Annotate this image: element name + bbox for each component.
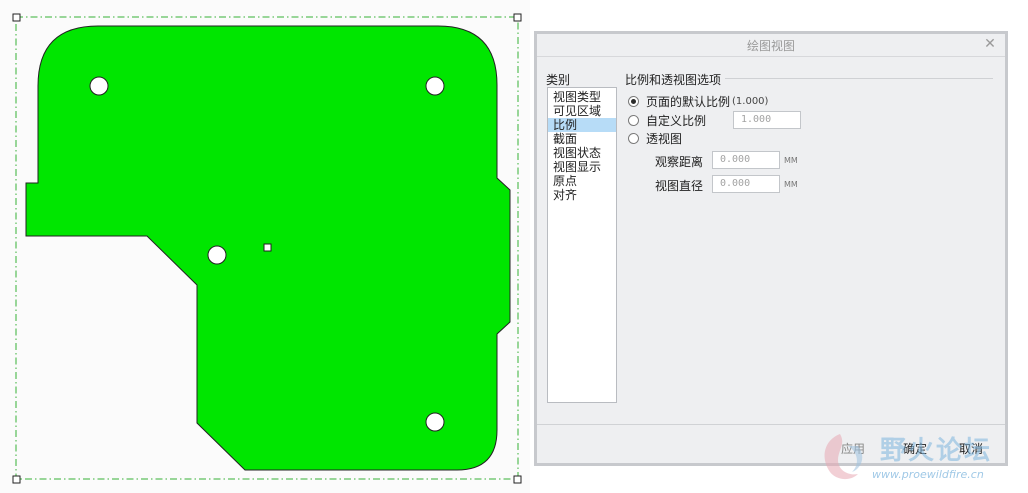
perspective-option[interactable]: 透视图: [628, 130, 682, 146]
default-scale-label: 页面的默认比例: [646, 94, 731, 109]
category-item-scale[interactable]: 比例: [548, 118, 616, 132]
hole-middle: [207, 245, 227, 265]
perspective-label: 透视图: [646, 131, 683, 146]
view-distance-unit: MM: [784, 156, 798, 165]
view-origin-handle[interactable]: [263, 243, 272, 252]
watermark-url: www.proewildfire.cn: [872, 468, 984, 481]
default-scale-value: (1.000): [732, 95, 769, 107]
drawing-canvas[interactable]: [0, 0, 530, 493]
cancel-button[interactable]: 取消: [949, 438, 993, 460]
hole-bottom-right: [425, 412, 445, 432]
category-label: 类别: [546, 73, 571, 87]
hole-top-right: [425, 76, 445, 96]
selection-handle-top-left[interactable]: [12, 13, 21, 22]
perspective-radio[interactable]: [628, 132, 639, 144]
custom-scale-option[interactable]: 自定义比例: [628, 112, 706, 128]
selection-handle-bottom-left[interactable]: [12, 475, 21, 484]
close-icon[interactable]: ✕: [983, 36, 997, 52]
scale-section-title: 比例和透视图选项: [625, 73, 722, 87]
category-item-section[interactable]: 截面: [548, 132, 616, 146]
category-item-visible-area[interactable]: 可见区域: [548, 104, 616, 118]
ok-button[interactable]: 确定: [893, 438, 937, 460]
hole-top-left: [89, 76, 109, 96]
default-scale-option[interactable]: 页面的默认比例 (1.000): [628, 93, 768, 109]
view-diameter-input[interactable]: 0.000: [712, 175, 780, 193]
custom-scale-label: 自定义比例: [646, 113, 707, 128]
default-scale-radio[interactable]: [628, 95, 639, 107]
category-item-view-display[interactable]: 视图显示: [548, 160, 616, 174]
footer-divider: [537, 424, 1005, 425]
view-diameter-label: 视图直径: [655, 179, 704, 193]
dialog-titlebar[interactable]: 绘图视图 ✕: [537, 34, 1005, 57]
category-item-origin[interactable]: 原点: [548, 174, 616, 188]
section-divider: [725, 78, 993, 79]
category-item-view-type[interactable]: 视图类型: [548, 90, 616, 104]
custom-scale-radio[interactable]: [628, 114, 639, 126]
apply-button[interactable]: 应用: [833, 438, 873, 460]
category-item-alignment[interactable]: 对齐: [548, 188, 616, 202]
drawing-view-dialog: 绘图视图 ✕ 类别 视图类型 可见区域 比例 截面 视图状态 视图显示 原点 对…: [534, 31, 1008, 466]
selection-handle-bottom-right[interactable]: [513, 475, 522, 484]
custom-scale-input[interactable]: 1.000: [733, 111, 801, 129]
category-item-view-state[interactable]: 视图状态: [548, 146, 616, 160]
category-list[interactable]: 视图类型 可见区域 比例 截面 视图状态 视图显示 原点 对齐: [547, 87, 617, 403]
dialog-title: 绘图视图: [746, 39, 795, 53]
selection-handle-top-right[interactable]: [513, 13, 522, 22]
view-distance-input[interactable]: 0.000: [712, 151, 780, 169]
view-diameter-unit: MM: [784, 180, 798, 189]
view-distance-label: 观察距离: [655, 155, 704, 169]
